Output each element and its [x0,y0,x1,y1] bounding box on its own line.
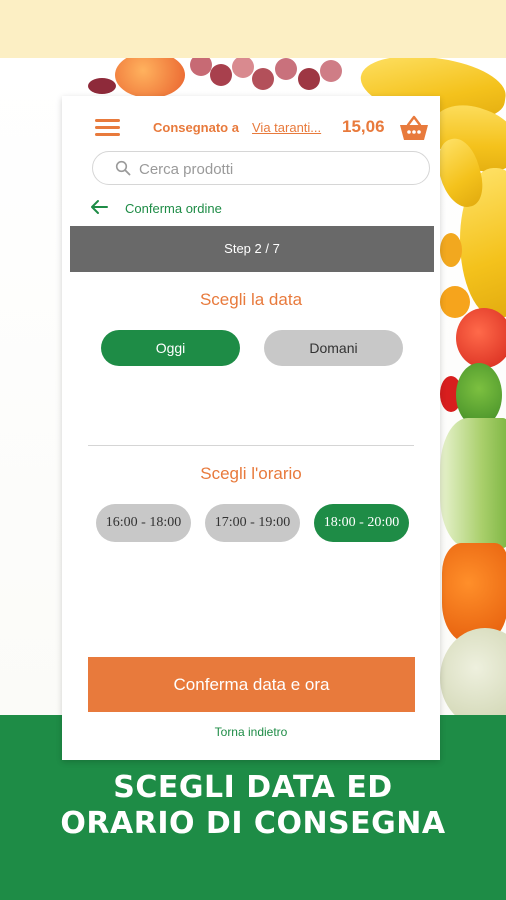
search-input[interactable] [137,156,421,182]
apple-decoration [115,58,185,98]
promo-line-2: ORARIO DI CONSEGNA [60,806,446,841]
grapes-decoration [320,60,342,82]
step-indicator: Step 2 / 7 [70,226,434,272]
delivered-label: Consegnato a [153,120,239,135]
grapes-decoration [298,68,320,90]
time-slot-2[interactable]: 17:00 - 19:00 [205,504,300,542]
grapes-decoration [275,58,297,80]
grapes-decoration [190,58,212,76]
tomato-decoration [440,233,462,267]
search-bar[interactable] [92,151,430,185]
pepper-decoration [442,543,506,643]
time-section-title: Scegli l'orario [200,464,302,483]
go-back-link[interactable]: Torna indietro [62,725,440,739]
divider [88,445,414,446]
search-icon [115,160,131,176]
melon-decoration [440,628,506,718]
delivery-address-link[interactable]: Via taranti... [252,120,321,135]
cart-total: 15,06 [342,117,385,136]
tomato-decoration [456,308,506,368]
grapes-decoration [252,68,274,90]
grapes-decoration [210,64,232,86]
basket-icon[interactable] [399,115,429,141]
cabbage-decoration [440,418,506,548]
grapes-decoration [232,58,254,78]
top-band [0,0,506,58]
promo-text: SCEGLI DATA ED ORARIO DI CONSEGNA [0,770,506,842]
time-slot-3[interactable]: 18:00 - 20:00 [314,504,409,542]
date-section-title: Scegli la data [199,290,303,309]
grapes-decoration [88,78,116,94]
back-arrow-icon[interactable] [90,199,108,215]
time-slot-1[interactable]: 16:00 - 18:00 [96,504,191,542]
date-option-today[interactable]: Oggi [101,330,240,366]
breadcrumb-confirm-order[interactable]: Conferma ordine [125,201,222,216]
date-option-tomorrow[interactable]: Domani [264,330,403,366]
tomato-decoration [440,286,470,318]
confirm-date-time-button[interactable]: Conferma data e ora [88,657,415,712]
order-card: Consegnato a Via taranti... 15,06 Confer… [62,96,440,760]
menu-icon[interactable] [95,119,120,137]
promo-line-1: SCEGLI DATA ED [113,770,393,805]
